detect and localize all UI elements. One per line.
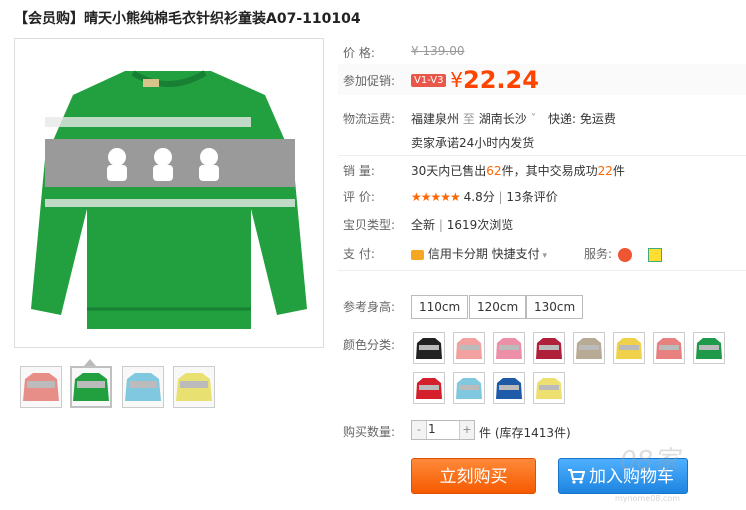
watermark-url: mynome08.com (615, 494, 681, 503)
sweater-icon (536, 338, 562, 359)
sweater-icon (616, 338, 642, 359)
divider (338, 270, 746, 271)
promo-price-value: 22.24 (463, 66, 539, 94)
ship-method: 快递: 免运费 (547, 112, 616, 126)
sales-unit: 件 (612, 164, 625, 178)
quantity-stepper[interactable]: - 1 + (411, 420, 475, 440)
cart-icon (568, 469, 585, 484)
member-level-badge: V1-V3 (411, 73, 447, 87)
thumbnail-pink[interactable] (20, 366, 62, 408)
size-option-120[interactable]: 120cm (469, 295, 527, 319)
sweater-icon (496, 378, 522, 399)
size-label: 参考身高: (343, 300, 396, 314)
sweater-image (31, 70, 307, 329)
rating-info: ★★★★★ 4.8分 | 13条评价 (411, 188, 558, 205)
sweater-icon (576, 338, 602, 359)
sweater-icon (536, 378, 562, 399)
color-swatch[interactable] (493, 372, 525, 404)
chevron-down-icon[interactable]: ˇ (527, 112, 537, 126)
color-swatch[interactable] (493, 332, 525, 364)
color-swatch[interactable] (533, 332, 565, 364)
quantity-increase-button[interactable]: + (459, 421, 474, 439)
rating-label: 评 价: (343, 190, 375, 204)
color-swatch[interactable] (413, 372, 445, 404)
sweater-icon (456, 378, 482, 399)
divider (338, 155, 746, 156)
type-info: 全新 | 1619次浏览 (411, 216, 513, 233)
rating-score: 4.8分 (463, 190, 495, 204)
promo-price: V1-V3 ¥22.24 (411, 66, 539, 94)
quantity-decrease-button[interactable]: - (412, 421, 427, 439)
thumbnail-sweater-icon (73, 373, 109, 401)
product-main-image[interactable] (14, 38, 324, 348)
type-separator: | (438, 218, 443, 232)
promo-row (338, 64, 746, 95)
chevron-down-icon[interactable]: ▾ (540, 251, 548, 261)
sweater-icon (496, 338, 522, 359)
size-option-130[interactable]: 130cm (526, 295, 584, 319)
sweater-icon (456, 338, 482, 359)
size-option-110[interactable]: 110cm (411, 295, 469, 319)
color-swatch[interactable] (413, 332, 445, 364)
sales-label: 销 量: (343, 164, 375, 178)
sales-middle: 件，其中交易成功 (501, 164, 598, 178)
currency-symbol: ¥ (411, 44, 419, 58)
thumbnail-blue[interactable] (122, 366, 164, 408)
shipping-label: 物流运费: (343, 112, 396, 126)
service-invoice-icon[interactable] (647, 247, 662, 262)
ship-separator: 至 (462, 112, 475, 126)
color-label: 颜色分类: (343, 338, 396, 352)
stock-info: 件 (库存1413件) (479, 426, 571, 440)
promo-currency: ¥ (450, 68, 463, 92)
rating-reviews-link[interactable]: 13条评价 (506, 190, 557, 204)
sales-success-count: 22 (597, 164, 613, 178)
color-swatch[interactable] (653, 332, 685, 364)
ship-origin: 福建泉州 (411, 112, 460, 126)
quantity-input[interactable]: 1 (428, 422, 436, 436)
thumbnail-sweater-icon (23, 373, 59, 401)
quick-pay-link[interactable]: 快捷支付 (492, 247, 540, 261)
thumbnail-pointer (84, 359, 96, 366)
promo-label: 参加促销: (343, 74, 396, 88)
type-label: 宝贝类型: (343, 218, 396, 232)
sales-prefix: 30天内已售出 (411, 164, 487, 178)
color-swatch[interactable] (613, 332, 645, 364)
watermark-logo: 08家 (620, 446, 680, 476)
buy-now-button[interactable]: 立刻购买 (411, 458, 536, 494)
original-price: ¥ 139.00 (411, 44, 464, 58)
color-swatch[interactable] (693, 332, 725, 364)
service-guarantee-icon[interactable] (617, 247, 632, 262)
product-title: 【会员购】晴天小熊纯棉毛衣针织衫童装A07-110104 (14, 11, 361, 27)
ship-promise: 卖家承诺24小时内发货 (411, 136, 535, 150)
rating-separator: | (498, 190, 503, 204)
payment-label: 支 付: (343, 247, 375, 261)
payment-info: 信用卡分期 快捷支付 ▾ (411, 245, 547, 262)
thumbnail-green[interactable] (70, 366, 112, 408)
color-swatch[interactable] (453, 332, 485, 364)
sweater-icon (696, 338, 722, 359)
color-swatch[interactable] (533, 372, 565, 404)
item-condition: 全新 (411, 218, 436, 232)
original-price-value: 139.00 (422, 44, 465, 58)
quantity-label: 购买数量: (343, 425, 396, 439)
rating-stars-icon: ★★★★★ (411, 190, 461, 204)
shipping-info: 福建泉州 至 湖南长沙 ˇ 快递: 免运费 (411, 110, 616, 127)
view-count: 1619次浏览 (446, 218, 514, 232)
sweater-icon (416, 338, 442, 359)
color-swatch[interactable] (453, 372, 485, 404)
thumbnail-yellow[interactable] (173, 366, 215, 408)
ship-destination[interactable]: 湖南长沙 (479, 112, 527, 126)
sales-info: 30天内已售出62件，其中交易成功22件 (411, 162, 625, 179)
sweater-icon (656, 338, 682, 359)
color-swatch[interactable] (573, 332, 605, 364)
thumbnail-sweater-icon (176, 373, 212, 401)
credit-card-icon (411, 249, 424, 260)
service-label: 服务: (584, 247, 613, 261)
sales-count: 62 (486, 164, 502, 178)
thumbnail-sweater-icon (125, 373, 161, 401)
service-info: 服务: (584, 245, 662, 262)
credit-card-installment[interactable]: 信用卡分期 (428, 247, 488, 261)
price-label: 价 格: (343, 46, 375, 60)
sweater-icon (416, 378, 442, 399)
